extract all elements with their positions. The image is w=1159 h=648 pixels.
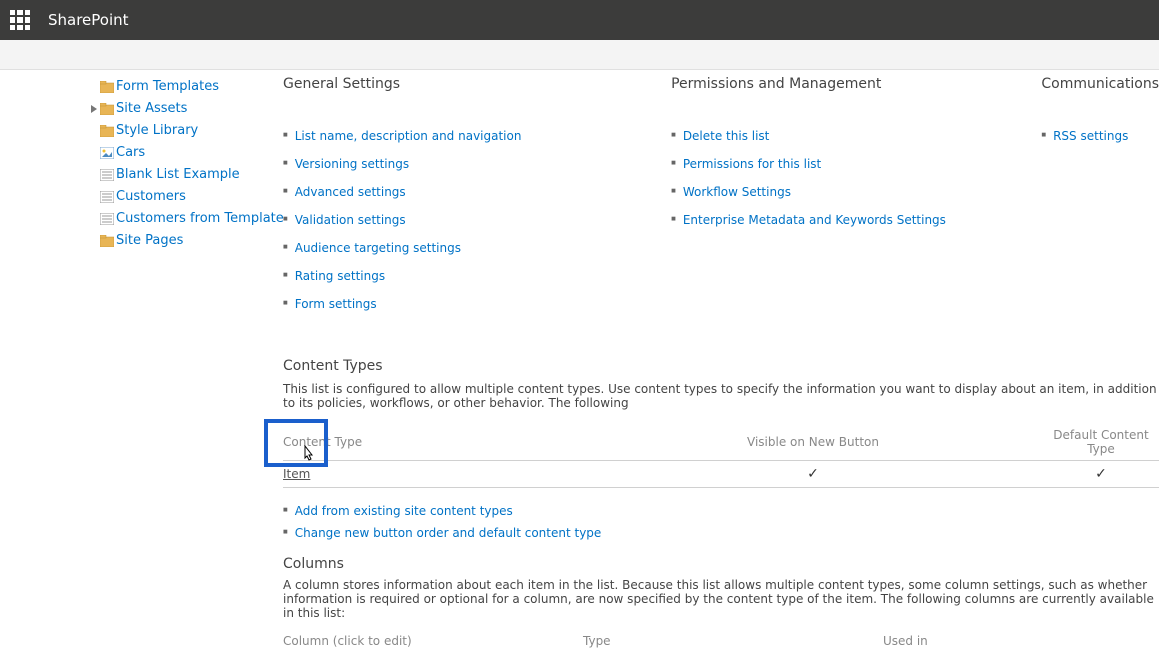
link-validation[interactable]: Validation settings [295,213,406,227]
section-header-communications: Communications [1041,76,1159,92]
app-name: SharePoint [48,11,129,29]
main-content: General Settings List name, description … [265,76,1159,648]
link-rating[interactable]: Rating settings [295,269,385,283]
sidebar-nav: Form Templates Site Assets Style Library… [0,76,265,648]
link-form-settings[interactable]: Form settings [295,297,377,311]
section-header-general: General Settings [283,76,671,92]
columns-description: A column stores information about each i… [283,578,1159,620]
sidebar-link[interactable]: Customers from Template [116,210,284,228]
link-permissions[interactable]: Permissions for this list [683,157,821,171]
ct-header-visible: Visible on New Button [583,424,1043,461]
link-change-button-order[interactable]: Change new button order and default cont… [295,526,602,540]
sidebar-item-cars[interactable]: Cars [100,142,257,164]
content-type-row: Item ✓ ✓ [283,461,1159,488]
sidebar-item-form-templates[interactable]: Form Templates [100,76,257,98]
link-rss[interactable]: RSS settings [1053,129,1128,143]
sidebar-link[interactable]: Blank List Example [116,166,240,184]
content-types-description: This list is configured to allow multipl… [283,382,1159,410]
list-icon [100,168,114,182]
folder-icon [100,80,114,94]
sidebar-link[interactable]: Form Templates [116,78,219,96]
columns-header-used: Used in [883,634,1159,648]
sidebar-link[interactable]: Customers [116,188,186,206]
list-icon [100,212,114,226]
columns-title: Columns [283,556,1159,572]
sidebar-item-customers[interactable]: Customers [100,186,257,208]
ribbon-area [0,40,1159,70]
general-settings-links: List name, description and navigation Ve… [283,122,671,318]
columns-header-type: Type [583,634,883,648]
content-types-actions: Add from existing site content types Cha… [283,500,1159,544]
sidebar-item-style-library[interactable]: Style Library [100,120,257,142]
sidebar-link[interactable]: Site Assets [116,100,187,118]
sidebar-item-blank-list[interactable]: Blank List Example [100,164,257,186]
sidebar-link[interactable]: Cars [116,144,145,162]
content-types-table: Content Type Visible on New Button Defau… [283,424,1159,488]
top-bar: SharePoint [0,0,1159,40]
folder-icon [100,234,114,248]
list-icon [100,190,114,204]
sidebar-link[interactable]: Site Pages [116,232,183,250]
permissions-links: Delete this list Permissions for this li… [671,122,1041,234]
sidebar-link[interactable]: Style Library [116,122,198,140]
link-delete-list[interactable]: Delete this list [683,129,770,143]
link-workflow[interactable]: Workflow Settings [683,185,791,199]
content-types-title: Content Types [283,358,1159,374]
link-audience[interactable]: Audience targeting settings [295,241,461,255]
ct-header-name: Content Type [283,424,583,461]
sidebar-item-site-pages[interactable]: Site Pages [100,230,257,252]
app-launcher-icon[interactable] [10,10,30,30]
section-header-permissions: Permissions and Management [671,76,1041,92]
link-versioning[interactable]: Versioning settings [295,157,409,171]
link-enterprise-metadata[interactable]: Enterprise Metadata and Keywords Setting… [683,213,946,227]
check-icon: ✓ [807,466,819,482]
folder-icon [100,102,114,116]
sidebar-item-site-assets[interactable]: Site Assets [100,98,257,120]
link-list-name[interactable]: List name, description and navigation [295,129,522,143]
link-advanced[interactable]: Advanced settings [295,185,406,199]
communications-links: RSS settings [1041,122,1159,150]
sidebar-item-customers-template[interactable]: Customers from Template [100,208,257,230]
check-icon: ✓ [1095,466,1107,482]
link-add-content-types[interactable]: Add from existing site content types [295,504,513,518]
folder-icon [100,124,114,138]
columns-header-name: Column (click to edit) [283,634,583,648]
ct-header-default: Default Content Type [1043,424,1159,461]
content-type-link-item[interactable]: Item [283,467,310,481]
image-list-icon [100,146,114,160]
expand-caret-icon[interactable] [90,105,98,113]
